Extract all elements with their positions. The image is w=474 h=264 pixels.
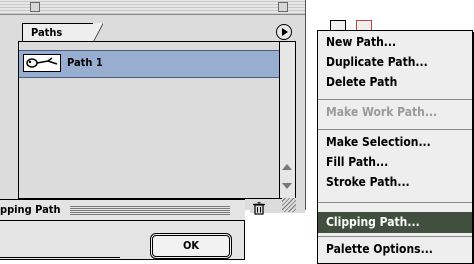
scroll-down-icon[interactable] <box>282 183 292 189</box>
menu-item-delete-path[interactable]: Delete Path <box>326 75 397 89</box>
menu-separator <box>318 236 472 237</box>
paths-list: Path 1 <box>18 41 280 199</box>
palette-menu-arrow-icon[interactable] <box>276 24 292 40</box>
menu-item-make-selection[interactable]: Make Selection... <box>326 135 431 149</box>
palette-menu: New Path... Duplicate Path... Delete Pat… <box>317 30 473 264</box>
dialog-title: pping Path <box>0 203 67 216</box>
path-thumbnail-icon <box>23 54 61 72</box>
menu-item-clipping-path[interactable]: Clipping Path... <box>318 212 472 233</box>
palette-close-box[interactable] <box>30 2 40 12</box>
palette-zoom-box[interactable] <box>278 2 288 12</box>
menu-separator <box>318 202 472 203</box>
tab-paths[interactable]: Paths <box>22 23 103 42</box>
menu-separator <box>318 129 472 130</box>
menu-item-duplicate-path[interactable]: Duplicate Path... <box>326 55 428 69</box>
path-name: Path 1 <box>67 56 103 69</box>
resize-grip-icon[interactable] <box>282 198 296 212</box>
path-row[interactable]: Path 1 <box>19 50 279 78</box>
menu-separator <box>318 99 472 100</box>
menu-item-fill-path[interactable]: Fill Path... <box>326 155 388 169</box>
menu-item-palette-options[interactable]: Palette Options... <box>326 242 433 256</box>
ok-button[interactable]: OK <box>150 233 232 259</box>
dialog-title-bar[interactable]: pping Path <box>0 200 245 221</box>
title-bar-stripes <box>70 205 230 215</box>
paths-palette: Paths Path 1 <box>0 0 306 210</box>
menu-item-make-work-path: Make Work Path... <box>326 105 438 119</box>
clipping-path-dialog: pping Path OK <box>0 199 245 260</box>
trash-icon[interactable] <box>252 200 266 219</box>
menu-item-clipping-path-label: Clipping Path... <box>326 215 420 229</box>
palette-scrollbar[interactable] <box>280 41 296 199</box>
menu-item-new-path[interactable]: New Path... <box>326 35 396 49</box>
palette-title-strip[interactable] <box>0 0 305 15</box>
scroll-up-icon[interactable] <box>282 164 292 170</box>
menu-item-stroke-path[interactable]: Stroke Path... <box>326 175 410 189</box>
